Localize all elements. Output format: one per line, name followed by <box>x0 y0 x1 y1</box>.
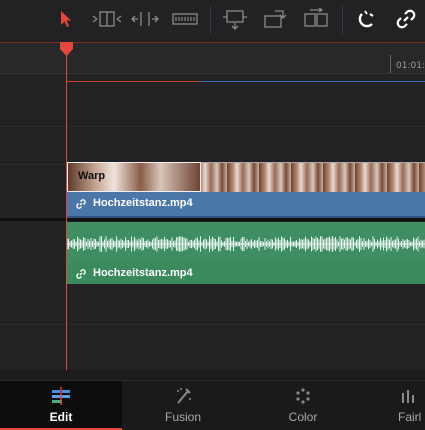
tab-edit[interactable]: Edit <box>0 381 122 430</box>
dynamic-trim-icon[interactable] <box>130 6 160 32</box>
overwrite-clip-icon[interactable] <box>260 6 290 32</box>
video-clip-name: Hochzeitstanz.mp4 <box>93 197 193 209</box>
replace-clip-icon[interactable] <box>300 6 332 32</box>
toolbar-separator <box>210 6 211 34</box>
fusion-page-icon <box>172 387 194 410</box>
warp-effect-label: Warp <box>78 170 106 182</box>
out-range-marker <box>200 81 425 82</box>
empty-track-row <box>0 324 425 371</box>
tab-color-label: Color <box>288 410 318 424</box>
ruler-timecode: 01:01: <box>396 61 425 71</box>
selection-arrow-icon[interactable] <box>56 6 76 32</box>
tab-fusion-label: Fusion <box>164 410 202 424</box>
empty-track-row <box>0 126 425 165</box>
audio-clip-name-bar: Hochzeitstanz.mp4 <box>67 262 425 284</box>
edit-page-icon <box>50 387 72 410</box>
video-audio-divider[interactable] <box>0 218 425 221</box>
page-navigation-bar: Edit Fusion Color Fairl <box>0 380 425 430</box>
audio-clip[interactable]: Hochzeitstanz.mp4 <box>67 222 425 284</box>
timeline-toolbar <box>0 0 425 40</box>
video-clip-name-bar: Hochzeitstanz.mp4 <box>67 192 425 218</box>
tab-color[interactable]: Color <box>244 381 362 430</box>
fairlight-page-icon <box>400 387 420 410</box>
link-icon <box>75 197 87 215</box>
audio-waveform <box>67 236 425 252</box>
link-icon <box>75 267 87 285</box>
tab-fairlight[interactable]: Fairl <box>362 381 425 430</box>
playhead-handle[interactable] <box>59 42 74 56</box>
in-range-marker <box>67 81 200 82</box>
tab-edit-label: Edit <box>49 410 73 424</box>
clip-thumbnail-selected: Warp <box>67 162 201 192</box>
toolbar-separator <box>342 6 343 34</box>
ruler-tick <box>390 55 391 73</box>
insert-clip-icon[interactable] <box>220 6 250 32</box>
tab-fusion[interactable]: Fusion <box>122 381 244 430</box>
video-clip[interactable]: Warp Hochzeitstanz.mp4 <box>67 162 425 218</box>
tab-fairlight-label: Fairl <box>398 410 422 424</box>
linked-selection-icon[interactable] <box>393 6 419 32</box>
timeline-area[interactable]: 01:01: Warp Hochzeitstanz.mp4 Hochzeitst… <box>0 40 425 370</box>
blade-icon[interactable] <box>170 6 200 32</box>
audio-clip-name: Hochzeitstanz.mp4 <box>93 267 193 279</box>
trim-edit-icon[interactable] <box>90 6 124 32</box>
playhead-line <box>66 54 67 370</box>
color-page-icon <box>293 387 313 410</box>
snapping-icon[interactable] <box>354 6 380 32</box>
